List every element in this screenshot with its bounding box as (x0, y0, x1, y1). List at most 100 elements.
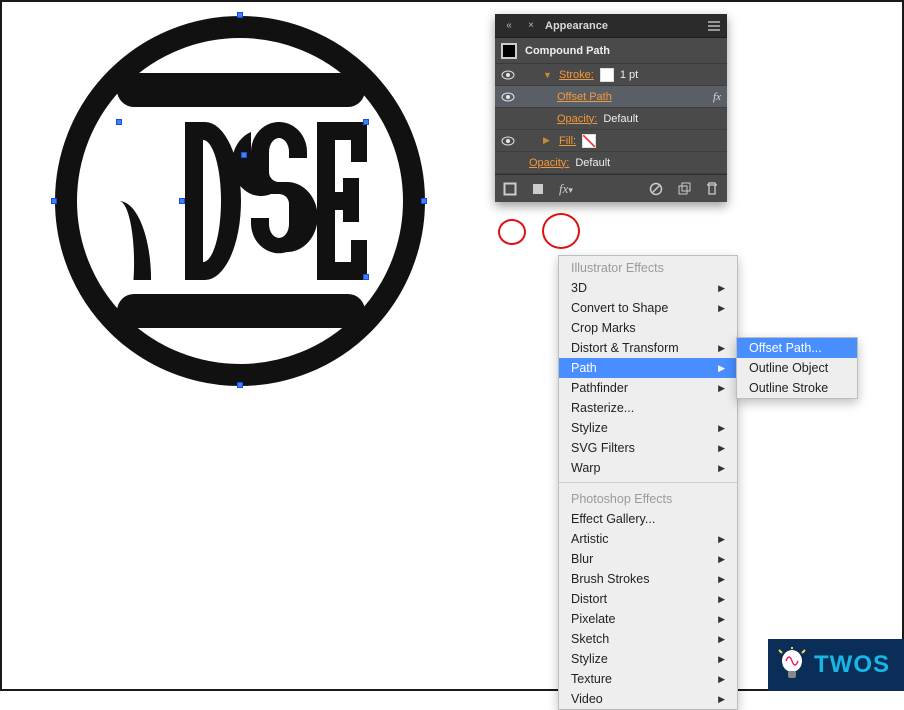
menu-item-pathfinder[interactable]: Pathfinder▶ (559, 378, 737, 398)
submenu-arrow-icon: ▶ (718, 654, 725, 665)
attribute-label[interactable]: Opacity: (529, 157, 569, 169)
appearance-panel: « × Appearance Compound Path ▼ Stroke: 1 … (495, 14, 727, 202)
duplicate-item-button[interactable] (673, 179, 695, 199)
menu-item-label: Stylize (571, 421, 608, 435)
panel-menu-icon[interactable] (707, 21, 721, 31)
menu-item-warp[interactable]: Warp▶ (559, 458, 737, 478)
logo-text (119, 122, 369, 280)
submenu-item-outline-stroke[interactable]: Outline Stroke (737, 378, 857, 398)
anchor-point[interactable] (116, 119, 122, 125)
menu-item-stylize[interactable]: Stylize ▶ (559, 649, 737, 669)
add-fill-button[interactable] (527, 179, 549, 199)
submenu-arrow-icon: ▶ (718, 283, 725, 294)
menu-item-pixelate[interactable]: Pixelate ▶ (559, 609, 737, 629)
object-thumbnail (501, 43, 517, 59)
anchor-point[interactable] (237, 12, 243, 18)
menu-item-video[interactable]: Video ▶ (559, 689, 737, 709)
anchor-point[interactable] (363, 274, 369, 280)
panel-close-icon[interactable]: × (523, 20, 539, 31)
menu-item-label: Path (571, 361, 597, 375)
attribute-value: Default (575, 157, 610, 169)
selected-object-row[interactable]: Compound Path (495, 38, 727, 64)
menu-item-sketch[interactable]: Sketch ▶ (559, 629, 737, 649)
submenu-arrow-icon: ▶ (718, 363, 725, 374)
submenu-arrow-icon: ▶ (718, 534, 725, 545)
anchor-point[interactable] (421, 198, 427, 204)
appearance-row-offset-path[interactable]: Offset Path fx (495, 86, 727, 108)
submenu-arrow-icon: ▶ (718, 574, 725, 585)
menu-item-label: Sketch (571, 632, 609, 646)
twos-watermark: TWOS (768, 639, 904, 691)
menu-item-label: Pixelate (571, 612, 615, 626)
menu-item-label: Texture (571, 672, 612, 686)
bottom-bar (117, 294, 365, 328)
submenu-item-outline-object[interactable]: Outline Object (737, 358, 857, 378)
menu-item-label: Effect Gallery... (571, 512, 655, 526)
menu-item-label: Distort & Transform (571, 341, 679, 355)
attribute-label[interactable]: Offset Path (557, 91, 612, 103)
appearance-row-fill[interactable]: ▶ Fill: (495, 130, 727, 152)
anchor-point[interactable] (51, 198, 57, 204)
submenu-arrow-icon: ▶ (718, 694, 725, 705)
attribute-label[interactable]: Fill: (559, 135, 576, 147)
visibility-toggle[interactable] (501, 70, 517, 80)
delete-item-button[interactable] (701, 179, 723, 199)
menu-item-crop-marks[interactable]: Crop Marks (559, 318, 737, 338)
add-effect-button[interactable]: fx▾ (555, 179, 577, 199)
menu-item-distort[interactable]: Distort▶ (559, 589, 737, 609)
submenu-arrow-icon: ▶ (718, 634, 725, 645)
anchor-point[interactable] (241, 152, 247, 158)
appearance-row-stroke-opac[interactable]: Opacity: Default (495, 108, 727, 130)
submenu-arrow-icon: ▶ (718, 423, 725, 434)
panel-footer: fx▾ (495, 174, 727, 202)
color-swatch[interactable] (600, 68, 614, 82)
clear-appearance-button[interactable] (645, 179, 667, 199)
menu-item-label: SVG Filters (571, 441, 635, 455)
menu-item-blur[interactable]: Blur▶ (559, 549, 737, 569)
anchor-point[interactable] (237, 382, 243, 388)
submenu-item-offset-path[interactable]: Offset Path... (737, 338, 857, 358)
path-submenu: Offset Path... Outline Object Outline Stro… (736, 337, 858, 399)
color-swatch[interactable] (582, 134, 596, 148)
watermark-text: TWOS (814, 651, 890, 679)
menu-item-label: Video (571, 692, 603, 706)
menu-item-stylize[interactable]: Stylize ▶ (559, 418, 737, 438)
menu-item-label: Rasterize... (571, 401, 634, 415)
menu-item-label: Stylize (571, 652, 608, 666)
menu-item-convert-to-shape[interactable]: Convert to Shape▶ (559, 298, 737, 318)
submenu-arrow-icon: ▶ (718, 554, 725, 565)
menu-item-artistic[interactable]: Artistic▶ (559, 529, 737, 549)
menu-item-label: Outline Object (749, 361, 828, 375)
menu-section-header: Illustrator Effects (559, 256, 737, 278)
attribute-value: 1 pt (620, 69, 638, 81)
canvas-artwork[interactable] (55, 16, 425, 386)
submenu-arrow-icon: ▶ (718, 303, 725, 314)
menu-item-3d[interactable]: 3D▶ (559, 278, 737, 298)
attribute-label[interactable]: Stroke: (559, 69, 594, 81)
submenu-arrow-icon: ▶ (718, 674, 725, 685)
menu-item-rasterize[interactable]: Rasterize... (559, 398, 737, 418)
menu-item-label: Warp (571, 461, 600, 475)
fx-icon[interactable]: fx (713, 91, 721, 103)
collapse-toggle[interactable]: ▼ (543, 70, 553, 80)
menu-item-distort-transform[interactable]: Distort & Transform▶ (559, 338, 737, 358)
panel-title[interactable]: Appearance (545, 20, 608, 32)
anchor-point[interactable] (363, 119, 369, 125)
anchor-point[interactable] (179, 198, 185, 204)
panel-collapse-icon[interactable]: « (501, 20, 517, 31)
menu-item-label: Outline Stroke (749, 381, 828, 395)
menu-item-label: Pathfinder (571, 381, 628, 395)
appearance-row-obj-opac[interactable]: Opacity: Default (495, 152, 727, 174)
menu-item-path[interactable]: Path ▶ (559, 358, 737, 378)
add-stroke-button[interactable] (499, 179, 521, 199)
menu-item-effect-gallery[interactable]: Effect Gallery... (559, 509, 737, 529)
menu-item-brush-strokes[interactable]: Brush Strokes▶ (559, 569, 737, 589)
expand-toggle[interactable]: ▶ (543, 135, 553, 146)
menu-item-texture[interactable]: Texture ▶ (559, 669, 737, 689)
attribute-label[interactable]: Opacity: (557, 113, 597, 125)
submenu-arrow-icon: ▶ (718, 614, 725, 625)
appearance-row-stroke[interactable]: ▼ Stroke: 1 pt (495, 64, 727, 86)
visibility-toggle[interactable] (501, 92, 517, 102)
menu-item-svg-filters[interactable]: SVG Filters▶ (559, 438, 737, 458)
visibility-toggle[interactable] (501, 136, 517, 146)
